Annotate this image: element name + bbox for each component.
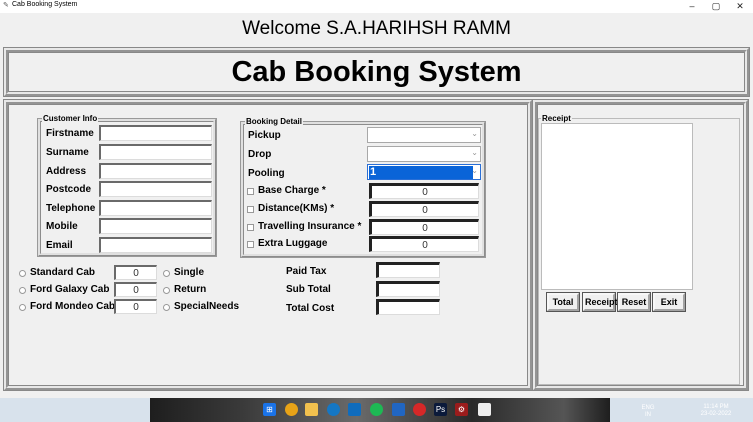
distance-input[interactable]: 0 bbox=[369, 201, 479, 217]
surname-input[interactable] bbox=[99, 144, 212, 160]
pooling-combobox[interactable]: 1 ⌄ bbox=[367, 164, 481, 180]
paid-tax-label: Paid Tax bbox=[286, 266, 327, 277]
travelling-insurance-label: Travelling Insurance * bbox=[258, 221, 362, 232]
telephone-input[interactable] bbox=[99, 200, 212, 216]
surname-label: Surname bbox=[46, 147, 89, 158]
tray-date: 23-02-2022 bbox=[700, 411, 732, 417]
return-radio[interactable] bbox=[163, 287, 170, 294]
ford-galaxy-cab-label: Ford Galaxy Cab bbox=[30, 284, 110, 295]
single-label: Single bbox=[174, 267, 205, 278]
special-needs-label: SpecialNeeds bbox=[174, 301, 240, 312]
sub-total-label: Sub Total bbox=[286, 284, 331, 295]
taskbar: ⊞ Ps ⚙ ENG IN 11:14 PM 23-02-2022 bbox=[0, 398, 753, 422]
customer-info-label: Customer Info bbox=[42, 114, 99, 123]
base-charge-input[interactable]: 0 bbox=[369, 183, 479, 199]
minimize-button[interactable]: – bbox=[680, 0, 704, 13]
standard-cab-radio[interactable] bbox=[19, 270, 26, 277]
return-label: Return bbox=[174, 284, 207, 295]
tray-lang-label: ENG bbox=[641, 405, 655, 411]
email-label: Email bbox=[46, 240, 73, 251]
distance-checkbox[interactable] bbox=[247, 206, 254, 213]
base-charge-label: Base Charge * bbox=[258, 185, 326, 196]
travelling-insurance-input[interactable]: 0 bbox=[369, 219, 479, 235]
firstname-input[interactable] bbox=[99, 125, 212, 141]
app-feather-icon: ✎ bbox=[3, 2, 9, 9]
mail-icon[interactable] bbox=[348, 403, 361, 416]
ford-mondeo-cab-input[interactable]: 0 bbox=[114, 299, 157, 314]
total-button[interactable]: Total bbox=[547, 293, 579, 311]
pickup-label: Pickup bbox=[248, 130, 281, 141]
file-explorer-icon[interactable] bbox=[305, 403, 318, 416]
extra-luggage-label: Extra Luggage bbox=[258, 238, 328, 249]
extra-luggage-input[interactable]: 0 bbox=[369, 236, 479, 252]
ford-galaxy-cab-radio[interactable] bbox=[19, 287, 26, 294]
single-radio[interactable] bbox=[163, 270, 170, 277]
drop-combobox[interactable]: ⌄ bbox=[367, 146, 481, 162]
address-label: Address bbox=[46, 166, 87, 177]
travelling-insurance-checkbox[interactable] bbox=[247, 224, 254, 231]
booking-detail-label: Booking Detail bbox=[245, 117, 304, 126]
standard-cab-input[interactable]: 0 bbox=[114, 265, 157, 280]
receipt-label: Receipt bbox=[541, 114, 572, 123]
firstname-label: Firstname bbox=[46, 128, 94, 139]
ford-mondeo-cab-radio[interactable] bbox=[19, 304, 26, 311]
photoshop-icon[interactable]: Ps bbox=[434, 403, 447, 416]
mobile-label: Mobile bbox=[46, 221, 78, 232]
receipt-textarea[interactable] bbox=[541, 123, 693, 290]
drop-label: Drop bbox=[248, 149, 272, 160]
close-button[interactable]: ✕ bbox=[728, 0, 752, 13]
special-needs-radio[interactable] bbox=[163, 304, 170, 311]
telephone-label: Telephone bbox=[46, 203, 96, 214]
distance-label: Distance(KMs) * bbox=[258, 203, 335, 214]
ford-mondeo-cab-label: Ford Mondeo Cab bbox=[30, 301, 115, 312]
app-heading: Cab Booking System bbox=[231, 56, 522, 88]
total-cost-label: Total Cost bbox=[286, 303, 335, 314]
standard-cab-label: Standard Cab bbox=[30, 267, 96, 278]
tray-clock[interactable]: 11:14 PM 23-02-2022 bbox=[696, 404, 736, 418]
paid-tax-input[interactable] bbox=[376, 262, 440, 278]
sub-total-input[interactable] bbox=[376, 281, 440, 297]
media-icon[interactable] bbox=[392, 403, 405, 416]
welcome-label: Welcome S.A.HARIHSH RAMM bbox=[0, 13, 753, 45]
pooling-value: 1 bbox=[369, 166, 473, 179]
spotify-icon[interactable] bbox=[370, 403, 383, 416]
maximize-button[interactable]: ▢ bbox=[704, 0, 728, 13]
total-cost-input[interactable] bbox=[376, 299, 440, 315]
exit-button[interactable]: Exit bbox=[653, 293, 685, 311]
extra-luggage-checkbox[interactable] bbox=[247, 241, 254, 248]
postcode-label: Postcode bbox=[46, 184, 92, 195]
tray-time: 11:14 PM bbox=[703, 404, 729, 410]
tray-region-label: IN bbox=[645, 412, 651, 418]
title-banner: Cab Booking System bbox=[4, 48, 749, 96]
settings-icon[interactable]: ⚙ bbox=[455, 403, 468, 416]
email-input[interactable] bbox=[99, 237, 212, 253]
pinterest-icon[interactable] bbox=[413, 403, 426, 416]
window-titlebar: ✎ Cab Booking System – ▢ ✕ bbox=[0, 0, 753, 13]
pickup-combobox[interactable]: ⌄ bbox=[367, 127, 481, 143]
chevron-down-icon[interactable]: ⌄ bbox=[471, 166, 478, 175]
chrome-icon[interactable] bbox=[285, 403, 298, 416]
chevron-down-icon[interactable]: ⌄ bbox=[471, 148, 478, 157]
mobile-input[interactable] bbox=[99, 218, 212, 234]
postcode-input[interactable] bbox=[99, 181, 212, 197]
window-title: Cab Booking System bbox=[12, 1, 78, 8]
receipt-button[interactable]: Receipt bbox=[583, 293, 618, 311]
telegram-icon[interactable] bbox=[327, 403, 340, 416]
start-icon[interactable]: ⊞ bbox=[263, 403, 276, 416]
reset-button[interactable]: Reset bbox=[618, 293, 650, 311]
ford-galaxy-cab-input[interactable]: 0 bbox=[114, 282, 157, 297]
address-input[interactable] bbox=[99, 163, 212, 179]
chevron-down-icon[interactable]: ⌄ bbox=[471, 129, 478, 138]
notepad-icon[interactable] bbox=[478, 403, 491, 416]
base-charge-checkbox[interactable] bbox=[247, 188, 254, 195]
pooling-label: Pooling bbox=[248, 168, 285, 179]
